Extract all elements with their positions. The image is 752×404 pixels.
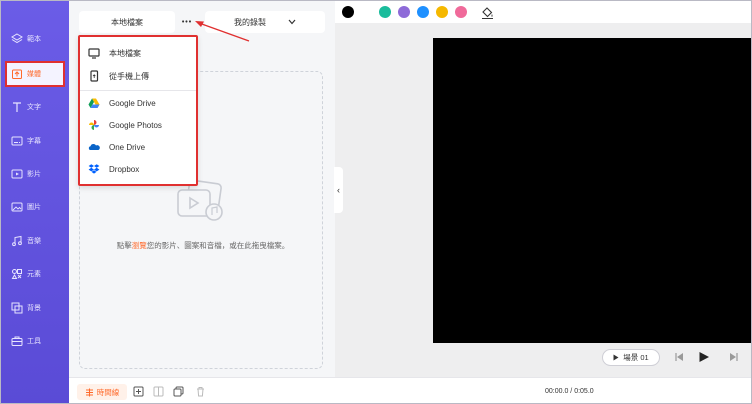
play-small-icon	[613, 354, 619, 361]
timeline-icon	[85, 388, 93, 396]
monitor-icon	[88, 48, 100, 59]
collapse-panel-button[interactable]: ‹	[334, 167, 343, 213]
menu-item-label: 本地檔案	[109, 48, 141, 58]
sidebar-item-label: 元素	[27, 271, 41, 278]
annotation-arrow	[195, 21, 250, 42]
sidebar-item-tools[interactable]: 工具	[7, 328, 63, 354]
color-swatch-pink[interactable]	[455, 6, 467, 18]
color-swatch-teal[interactable]	[379, 6, 391, 18]
dropbox-icon	[88, 164, 100, 174]
sidebar-item-label: 字幕	[27, 138, 41, 145]
menu-item-label: One Drive	[109, 142, 146, 152]
delete-icon[interactable]	[195, 386, 206, 397]
app-window: 範本 媒體 文字 字幕 影片 圖片 音樂 元素 背景 工具 本地檔案 ••• 我…	[0, 0, 752, 404]
background-icon	[11, 302, 23, 314]
music-icon	[12, 235, 22, 247]
chevron-down-icon	[288, 19, 296, 25]
sidebar-item-label: 媒體	[27, 71, 41, 78]
sidebar-item-label: 影片	[27, 171, 41, 178]
menu-item-local-files[interactable]: 本地檔案	[88, 43, 141, 63]
sidebar-item-label: 背景	[27, 305, 41, 312]
toolbox-icon	[11, 336, 23, 346]
menu-item-phone-upload[interactable]: 從手機上傳	[88, 66, 149, 86]
sidebar-item-media[interactable]: 媒體	[5, 61, 65, 87]
menu-item-onedrive[interactable]: One Drive	[88, 137, 145, 157]
color-swatch-black[interactable]	[342, 6, 354, 18]
timeline-button[interactable]: 時間線	[77, 384, 127, 400]
sidebar-item-music[interactable]: 音樂	[7, 228, 63, 254]
dropzone-instructions: 點擊瀏覽您的影片、圖案和音檔，或在此拖曳檔案。	[113, 239, 293, 252]
color-swatch-yellow[interactable]	[436, 6, 448, 18]
sidebar-item-label: 文字	[27, 104, 41, 111]
play-icon[interactable]	[698, 351, 710, 363]
sidebar-item-label: 工具	[27, 338, 41, 345]
timeline-label: 時間線	[96, 387, 120, 397]
sidebar-item-templates[interactable]: 範本	[7, 26, 63, 52]
menu-item-label: 從手機上傳	[109, 71, 149, 81]
drop-text-prefix: 點擊	[116, 241, 132, 250]
skip-back-icon[interactable]	[674, 352, 684, 362]
subtitle-icon	[11, 136, 23, 146]
menu-item-label: Google Drive	[109, 98, 156, 108]
menu-item-label: Dropbox	[109, 164, 140, 174]
google-photos-icon	[89, 120, 99, 130]
bottom-toolbar: 時間線 00:00.0 / 0:05.0	[69, 377, 751, 403]
scene-label: 場景 01	[623, 353, 649, 362]
menu-item-label: Google Photos	[109, 120, 162, 130]
elements-icon	[11, 269, 22, 279]
text-icon	[13, 102, 21, 112]
menu-item-dropbox[interactable]: Dropbox	[88, 159, 139, 179]
sidebar-item-label: 音樂	[27, 238, 41, 245]
sidebar-item-videos[interactable]: 影片	[7, 161, 63, 187]
split-icon[interactable]	[153, 386, 164, 397]
video-icon	[11, 169, 23, 179]
menu-item-google-photos[interactable]: Google Photos	[88, 115, 162, 135]
sidebar-item-elements[interactable]: 元素	[7, 261, 63, 287]
add-scene-icon[interactable]	[133, 386, 144, 397]
paint-bucket-icon[interactable]	[481, 6, 494, 19]
menu-item-google-drive[interactable]: Google Drive	[88, 93, 156, 113]
sidebar-item-subtitles[interactable]: 字幕	[7, 128, 63, 154]
sidebar-item-text[interactable]: 文字	[7, 94, 63, 120]
drop-text-suffix: 您的影片、圖案和音檔，或在此拖曳檔案。	[146, 241, 290, 250]
sidebar-item-images[interactable]: 圖片	[7, 194, 63, 220]
video-canvas[interactable]	[433, 38, 751, 343]
phone-icon	[90, 70, 99, 82]
browse-link[interactable]: 瀏覽	[132, 241, 147, 250]
menu-divider	[80, 90, 196, 91]
onedrive-icon	[88, 143, 100, 150]
layers-icon	[11, 33, 23, 44]
image-icon	[11, 202, 23, 212]
duplicate-icon[interactable]	[173, 386, 184, 397]
media-upload-icon	[12, 69, 22, 79]
upload-source-menu: 本地檔案 從手機上傳 Google Drive Google Photos On…	[78, 35, 198, 186]
sidebar: 範本 媒體 文字 字幕 影片 圖片 音樂 元素 背景 工具	[1, 1, 69, 403]
playback-time: 00:00.0 / 0:05.0	[545, 388, 594, 395]
skip-forward-icon[interactable]	[729, 352, 739, 362]
color-swatch-purple[interactable]	[398, 6, 410, 18]
scene-selector[interactable]: 場景 01	[602, 349, 660, 366]
local-files-tab[interactable]: 本地檔案	[79, 11, 175, 33]
sidebar-item-background[interactable]: 背景	[7, 295, 63, 321]
color-swatch-blue[interactable]	[417, 6, 429, 18]
sidebar-item-label: 圖片	[27, 204, 41, 211]
sidebar-item-label: 範本	[27, 36, 41, 43]
google-drive-icon	[88, 98, 100, 108]
